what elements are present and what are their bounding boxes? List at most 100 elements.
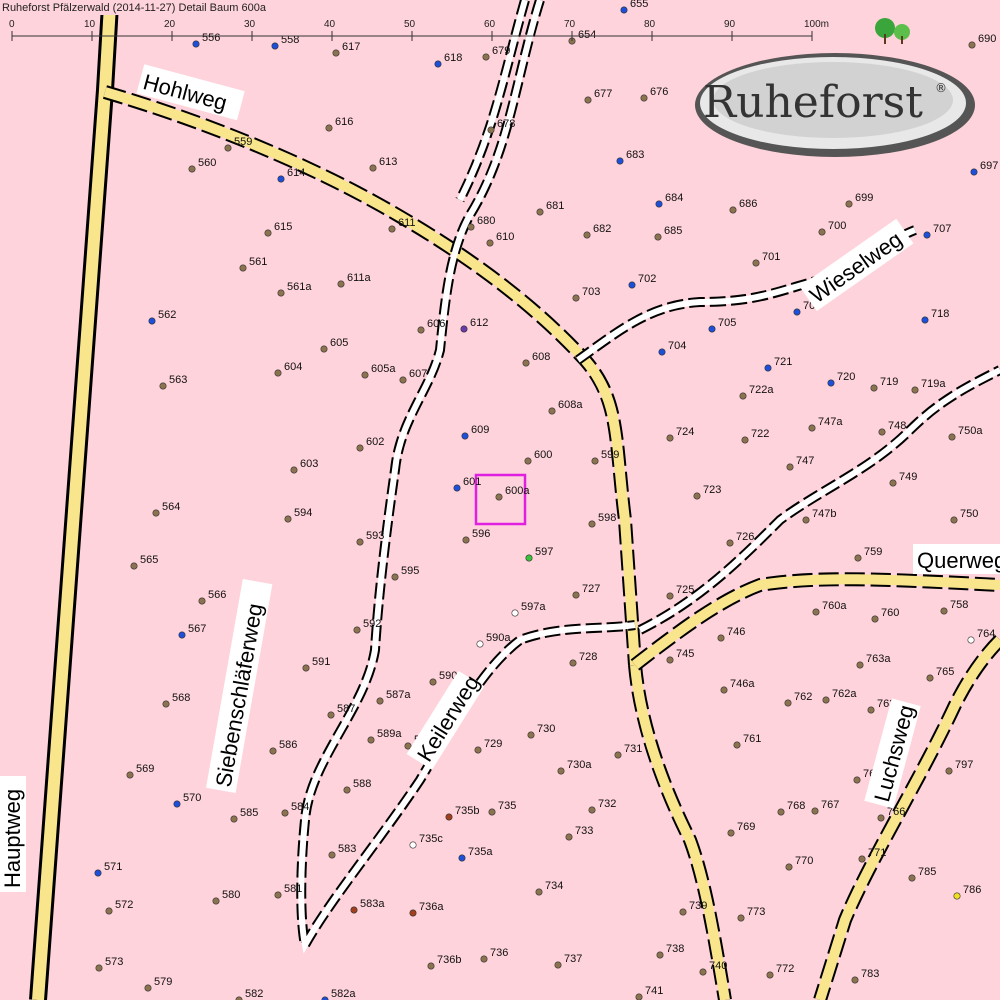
tree-dot[interactable]	[699, 968, 707, 976]
tree-dot[interactable]	[474, 746, 482, 754]
tree-dot[interactable]	[399, 376, 407, 384]
tree-dot[interactable]	[729, 206, 737, 214]
tree-dot[interactable]	[822, 696, 830, 704]
tree-dot[interactable]	[467, 223, 475, 231]
tree-dot[interactable]	[856, 661, 864, 669]
tree-dot[interactable]	[159, 382, 167, 390]
tree-dot[interactable]	[720, 686, 728, 694]
tree-dot[interactable]	[417, 326, 425, 334]
tree-dot[interactable]	[851, 976, 859, 984]
tree-dot[interactable]	[94, 869, 102, 877]
tree-dot[interactable]	[524, 457, 532, 465]
tree-dot[interactable]	[277, 289, 285, 297]
tree-dot[interactable]	[666, 434, 674, 442]
tree-dot[interactable]	[536, 208, 544, 216]
tree-dot[interactable]	[970, 168, 978, 176]
tree-dot[interactable]	[945, 767, 953, 775]
tree-dot[interactable]	[376, 697, 384, 705]
tree-dot[interactable]	[708, 325, 716, 333]
tree-dot[interactable]	[666, 656, 674, 664]
tree-dot[interactable]	[391, 573, 399, 581]
tree-dot[interactable]	[693, 492, 701, 500]
tree-dot[interactable]	[628, 281, 636, 289]
tree-dot[interactable]	[908, 874, 916, 882]
tree-dot[interactable]	[337, 280, 345, 288]
tree-dot[interactable]	[274, 891, 282, 899]
tree-dot[interactable]	[367, 736, 375, 744]
tree-dot[interactable]	[458, 854, 466, 862]
tree-dot[interactable]	[105, 907, 113, 915]
tree-dot[interactable]	[620, 6, 628, 14]
tree-dot[interactable]	[614, 751, 622, 759]
tree-dot[interactable]	[461, 432, 469, 440]
tree-dot[interactable]	[327, 711, 335, 719]
tree-dot[interactable]	[968, 41, 976, 49]
tree-dot[interactable]	[495, 493, 503, 501]
tree-dot[interactable]	[144, 984, 152, 992]
tree-dot[interactable]	[192, 40, 200, 48]
tree-dot[interactable]	[591, 457, 599, 465]
tree-dot[interactable]	[224, 144, 232, 152]
tree-dot[interactable]	[152, 509, 160, 517]
tree-dot[interactable]	[173, 800, 181, 808]
tree-dot[interactable]	[793, 308, 801, 316]
tree-dot[interactable]	[350, 906, 358, 914]
tree-dot[interactable]	[854, 554, 862, 562]
tree-dot[interactable]	[328, 851, 336, 859]
tree-dot[interactable]	[658, 348, 666, 356]
tree-dot[interactable]	[325, 124, 333, 132]
tree-dot[interactable]	[741, 436, 749, 444]
tree-dot[interactable]	[369, 164, 377, 172]
tree-dot[interactable]	[733, 741, 741, 749]
tree-dot[interactable]	[281, 809, 289, 817]
tree-dot[interactable]	[264, 229, 272, 237]
tree-dot[interactable]	[616, 157, 624, 165]
tree-dot[interactable]	[923, 231, 931, 239]
tree-dot[interactable]	[572, 294, 580, 302]
tree-dot[interactable]	[271, 42, 279, 50]
tree-dot[interactable]	[752, 259, 760, 267]
tree-dot[interactable]	[487, 126, 495, 134]
tree-dot[interactable]	[460, 325, 468, 333]
tree-dot[interactable]	[588, 806, 596, 814]
tree-dot[interactable]	[818, 228, 826, 236]
tree-dot[interactable]	[239, 264, 247, 272]
tree-dot[interactable]	[290, 466, 298, 474]
tree-dot[interactable]	[162, 700, 170, 708]
tree-dot[interactable]	[870, 384, 878, 392]
tree-dot[interactable]	[777, 808, 785, 816]
tree-dot[interactable]	[486, 239, 494, 247]
tree-dot[interactable]	[188, 165, 196, 173]
tree-dot[interactable]	[726, 539, 734, 547]
tree-dot[interactable]	[764, 364, 772, 372]
tree-dot[interactable]	[361, 371, 369, 379]
tree-dot[interactable]	[284, 515, 292, 523]
tree-dot[interactable]	[717, 634, 725, 642]
tree-dot[interactable]	[525, 554, 533, 562]
tree-dot[interactable]	[926, 674, 934, 682]
tree-dot[interactable]	[126, 771, 134, 779]
tree-dot[interactable]	[274, 369, 282, 377]
tree-dot[interactable]	[409, 841, 417, 849]
tree-dot[interactable]	[482, 53, 490, 61]
tree-dot[interactable]	[353, 626, 361, 634]
tree-dot[interactable]	[332, 49, 340, 57]
tree-dot[interactable]	[785, 863, 793, 871]
tree-dot[interactable]	[786, 463, 794, 471]
tree-dot[interactable]	[548, 407, 556, 415]
tree-dot[interactable]	[178, 631, 186, 639]
tree-dot[interactable]	[921, 316, 929, 324]
tree-dot[interactable]	[727, 829, 735, 837]
tree-dot[interactable]	[588, 520, 596, 528]
tree-dot[interactable]	[784, 699, 792, 707]
tree-dot[interactable]	[911, 386, 919, 394]
tree-dot[interactable]	[666, 592, 674, 600]
tree-dot[interactable]	[867, 706, 875, 714]
tree-dot[interactable]	[739, 392, 747, 400]
tree-dot[interactable]	[858, 855, 866, 863]
tree-dot[interactable]	[679, 908, 687, 916]
tree-dot[interactable]	[565, 833, 573, 841]
tree-dot[interactable]	[853, 776, 861, 784]
tree-dot[interactable]	[655, 200, 663, 208]
tree-dot[interactable]	[488, 808, 496, 816]
